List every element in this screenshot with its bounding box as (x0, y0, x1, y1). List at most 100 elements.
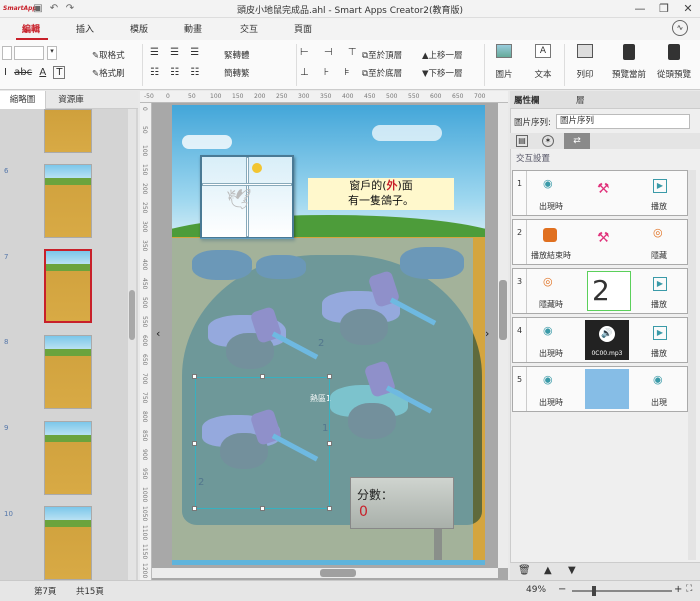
resize-handle[interactable] (260, 506, 265, 511)
page-number: 7 (4, 253, 9, 261)
tab-layers[interactable]: 層 (576, 94, 585, 106)
clear-format-button[interactable]: ✎取格式 (92, 49, 125, 61)
interaction-row[interactable]: 5 ◉ 出現時 ◉ 出現 (512, 366, 688, 412)
cloud (372, 125, 442, 141)
image-seq-field[interactable]: 圖片序列 (556, 114, 690, 129)
page-thumbnail-selected[interactable] (44, 249, 92, 323)
close-button[interactable]: ✕ (674, 0, 700, 18)
resize-handle[interactable] (327, 506, 332, 511)
page-number: 6 (4, 167, 9, 175)
zoom-slider-track[interactable] (572, 590, 672, 592)
text-button[interactable]: A 文本 (526, 44, 560, 86)
divider (142, 44, 143, 86)
hide-eye-icon: ◎ (653, 226, 663, 239)
strikethrough-button[interactable]: abc (14, 67, 32, 78)
timer-thumbnail: 2 (587, 271, 631, 311)
pigeon-icon: 🕊 (226, 187, 252, 211)
resize-handle[interactable] (192, 441, 197, 446)
zoom-in-icon[interactable]: + (674, 584, 682, 595)
zoom-out-icon[interactable]: − (558, 584, 566, 595)
align-group[interactable]: ☰ ☰ ☰ (150, 47, 203, 58)
tab-template[interactable]: 模版 (130, 22, 148, 35)
ruler-tick-label: 800 (141, 411, 148, 423)
bring-to-top-button[interactable]: ⧉至於頂層 (362, 49, 402, 61)
page-thumbnail[interactable] (44, 335, 92, 409)
resize-handle[interactable] (327, 374, 332, 379)
font-size-select[interactable] (14, 46, 44, 60)
page-thumbnail[interactable] (44, 164, 92, 238)
caption-text[interactable]: 窗戶的(外)面 有一隻鴿子。 (308, 178, 454, 210)
tab-interaction[interactable]: 交互 (240, 22, 258, 35)
ruler-tick-label: 1050 (141, 506, 148, 522)
underline-i-icon[interactable]: I (4, 67, 7, 78)
print-button[interactable]: 列印 (568, 44, 602, 86)
ruler-tick-label: 50 (141, 126, 148, 134)
ribbon-tab-bar: 編輯 插入 模版 動畫 交互 頁面 ∿ (0, 18, 700, 40)
interaction-row[interactable]: 4 ◉ 出現時 0C00.mp3 🔊 ▶ 播放 (512, 317, 688, 363)
panel-scrollbar[interactable] (688, 170, 696, 560)
move-down-icon[interactable]: ▼ (568, 565, 576, 576)
resize-handle[interactable] (327, 441, 332, 446)
resize-handle[interactable] (192, 374, 197, 379)
send-to-bottom-button[interactable]: ⧉至於底層 (362, 67, 402, 79)
canvas-horizontal-scroll-handle[interactable] (320, 569, 356, 577)
interaction-row[interactable]: 2 播放結束時 ⚒ ◎ 隱藏 (512, 219, 688, 265)
tab-page[interactable]: 頁面 (294, 22, 312, 35)
text-box-button[interactable]: T (53, 66, 66, 79)
window-pigeon-image[interactable]: 🕊 (200, 155, 294, 239)
distribute-group[interactable]: ⊥ ⊦ ⊧ (300, 67, 355, 78)
trash-icon[interactable]: 🗑 (518, 565, 531, 576)
tab-properties[interactable]: 屬性欄 (514, 94, 540, 106)
page-thumbnail[interactable] (44, 506, 92, 580)
resize-handle[interactable] (192, 506, 197, 511)
score-value: 0 (359, 504, 368, 520)
page-thumbnail[interactable] (44, 421, 92, 495)
list-group[interactable]: ☷ ☷ ☷ (150, 67, 203, 78)
move-down-button[interactable]: ▼下移一層 (422, 67, 463, 79)
page-thumbnail[interactable] (44, 109, 92, 153)
zoom-slider-thumb[interactable] (592, 586, 596, 596)
picture-button[interactable]: 圖片 (490, 44, 518, 86)
score-label: 分數： (357, 488, 394, 502)
panel-bottom-bar: 🗑 ▲ ▼ (510, 562, 700, 580)
properties-icon[interactable]: ▤ (516, 135, 528, 147)
preview-current-button[interactable]: 預覽當前 (608, 44, 650, 86)
canvas-page[interactable]: 🕊 窗戶的(外)面 有一隻鴿子。 2 2 1 熱區1 分 (172, 105, 485, 565)
interaction-row[interactable]: 3 ◎ 隱藏時 2 ▶ 播放 (512, 268, 688, 314)
ruler-tick-label: 350 (320, 93, 332, 100)
ruler-tick-label: 450 (364, 93, 376, 100)
score-board[interactable]: 分數： 0 (350, 477, 454, 529)
next-page-arrow[interactable]: › (485, 327, 489, 340)
interaction-row[interactable]: 1 ◉ 出現時 ⚒ ▶ 播放 (512, 170, 688, 216)
wave-icon[interactable]: ∿ (672, 20, 688, 36)
ruler-tick-label: 0 (166, 93, 170, 100)
tab-thumbnails[interactable]: 縮略圖 (0, 91, 46, 109)
font-size-icon[interactable] (2, 46, 12, 60)
tab-insert[interactable]: 插入 (76, 22, 94, 35)
animation-icon[interactable]: ✶ (542, 135, 554, 147)
format-brush-button[interactable]: ✎格式刷 (92, 67, 125, 79)
tab-animation[interactable]: 動畫 (184, 22, 202, 35)
move-up-button[interactable]: ▲上移一層 (422, 49, 463, 61)
prev-page-arrow[interactable]: ‹ (156, 327, 160, 340)
move-up-icon[interactable]: ▲ (544, 565, 552, 576)
canvas-vertical-scroll-handle[interactable] (499, 280, 507, 340)
font-size-dropdown-icon[interactable]: ▾ (47, 46, 57, 60)
ruler-tick-label: 300 (141, 221, 148, 233)
resize-handle[interactable] (260, 374, 265, 379)
selection-box[interactable] (195, 377, 330, 509)
ruler-tick-label: 250 (141, 202, 148, 214)
tab-edit[interactable]: 編輯 (22, 22, 40, 35)
simplify-button[interactable]: 簡轉繁 (224, 67, 250, 79)
thumbnail-scrollbar[interactable] (128, 109, 136, 580)
tab-resources[interactable]: 資源庫 (48, 91, 94, 109)
thumbnail-scroll-handle[interactable] (129, 290, 135, 340)
hide-eye-icon: ◎ (543, 275, 553, 288)
vertical-text-button[interactable]: 緊轉體 (224, 49, 250, 61)
align-objects-group[interactable]: ⊢ ⊣ ⊤ (300, 47, 363, 58)
preview-start-button[interactable]: 從頭預覽 (652, 44, 696, 86)
image-seq-label: 圖片序列: (514, 118, 551, 128)
interaction-icon[interactable]: ⇄ (564, 133, 590, 149)
font-color-button[interactable]: A (39, 67, 46, 78)
fit-page-icon[interactable]: ⛶ (686, 584, 692, 594)
